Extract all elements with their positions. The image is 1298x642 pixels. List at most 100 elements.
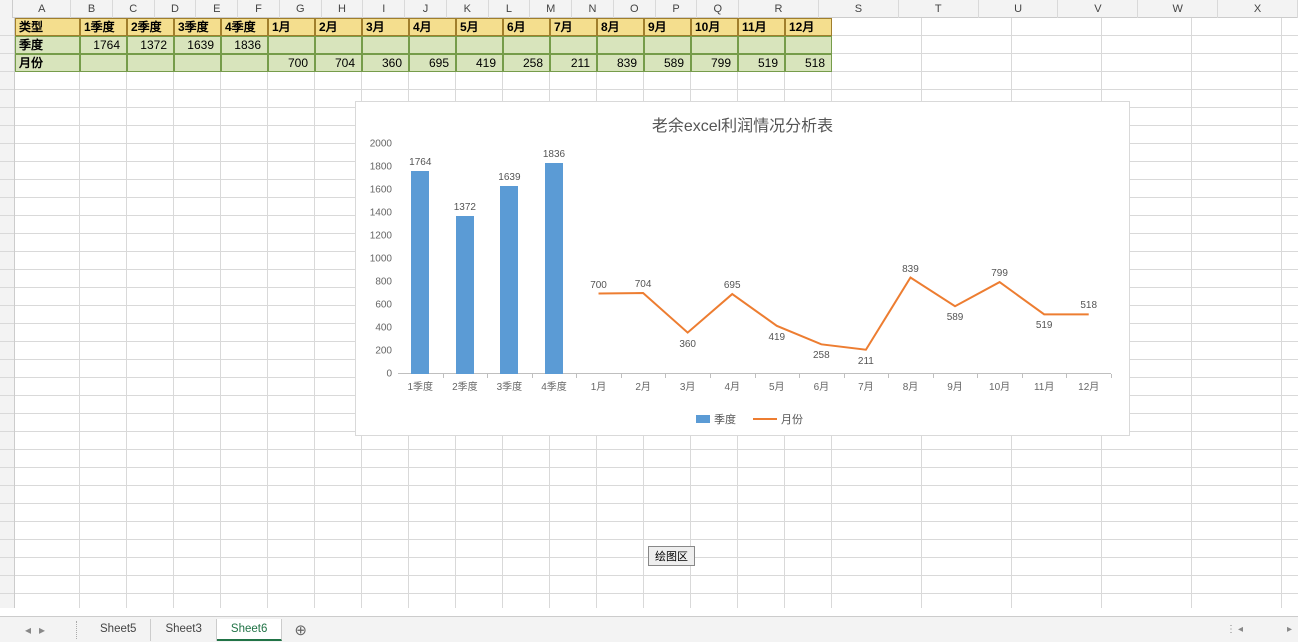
cell[interactable] <box>1282 216 1298 234</box>
cell[interactable] <box>456 594 503 608</box>
cell[interactable] <box>127 558 174 576</box>
cell[interactable] <box>922 576 1012 594</box>
cell[interactable] <box>832 54 922 72</box>
cell[interactable] <box>268 252 315 270</box>
header-cell[interactable]: 2月 <box>315 18 362 36</box>
plot-area[interactable]: 1764137216391836700704360695419258211839… <box>398 144 1111 374</box>
cell[interactable] <box>1192 504 1282 522</box>
cell[interactable] <box>738 468 785 486</box>
cell[interactable] <box>503 522 550 540</box>
cell[interactable] <box>1102 558 1192 576</box>
cell[interactable] <box>80 144 127 162</box>
cell[interactable] <box>409 468 456 486</box>
cell[interactable] <box>922 540 1012 558</box>
cell-month[interactable]: 700 <box>268 54 315 72</box>
row-header-31[interactable] <box>0 558 14 576</box>
cell[interactable] <box>80 378 127 396</box>
row-header-11[interactable] <box>0 198 14 216</box>
cell[interactable] <box>127 540 174 558</box>
cell[interactable] <box>785 450 832 468</box>
cell[interactable] <box>922 54 1012 72</box>
cell[interactable] <box>80 288 127 306</box>
cell[interactable] <box>550 594 597 608</box>
cell[interactable] <box>268 594 315 608</box>
cell[interactable] <box>268 90 315 108</box>
cell[interactable] <box>221 414 268 432</box>
cell[interactable] <box>221 90 268 108</box>
cell[interactable] <box>785 486 832 504</box>
cell-month[interactable]: 419 <box>456 54 503 72</box>
cell[interactable] <box>550 522 597 540</box>
cell[interactable] <box>922 486 1012 504</box>
cell[interactable] <box>174 504 221 522</box>
cell[interactable] <box>15 360 80 378</box>
select-all-corner[interactable] <box>0 0 13 18</box>
cell[interactable] <box>15 126 80 144</box>
cell[interactable] <box>1102 486 1192 504</box>
cell[interactable] <box>15 522 80 540</box>
cell[interactable] <box>268 558 315 576</box>
cell[interactable] <box>15 216 80 234</box>
cell[interactable] <box>1192 594 1282 608</box>
cell[interactable] <box>174 162 221 180</box>
cell[interactable] <box>127 270 174 288</box>
cell[interactable] <box>362 522 409 540</box>
cell[interactable] <box>127 72 174 90</box>
cell[interactable] <box>1282 432 1298 450</box>
cell[interactable] <box>409 522 456 540</box>
cell[interactable] <box>127 522 174 540</box>
cell[interactable] <box>691 72 738 90</box>
row-header-8[interactable] <box>0 144 14 162</box>
cell[interactable] <box>362 504 409 522</box>
add-sheet-button[interactable]: ⊕ <box>282 621 319 639</box>
cell-quarter-empty[interactable] <box>597 36 644 54</box>
row-header-5[interactable] <box>0 90 14 108</box>
cell-month[interactable]: 839 <box>597 54 644 72</box>
cell[interactable] <box>409 450 456 468</box>
cell[interactable] <box>409 540 456 558</box>
cell[interactable] <box>1282 54 1298 72</box>
header-cell[interactable]: 1季度 <box>80 18 127 36</box>
cell[interactable] <box>127 396 174 414</box>
cell[interactable] <box>221 198 268 216</box>
cell[interactable] <box>127 432 174 450</box>
col-header-U[interactable]: U <box>979 0 1059 18</box>
header-cell[interactable]: 8月 <box>597 18 644 36</box>
cell[interactable] <box>362 450 409 468</box>
cell-month-empty[interactable] <box>127 54 174 72</box>
cell[interactable] <box>362 558 409 576</box>
cell[interactable] <box>1282 108 1298 126</box>
cell[interactable] <box>1012 522 1102 540</box>
cell[interactable] <box>80 252 127 270</box>
header-cell[interactable]: 3季度 <box>174 18 221 36</box>
cell[interactable] <box>127 198 174 216</box>
cell[interactable] <box>922 594 1012 608</box>
cell[interactable] <box>1192 342 1282 360</box>
cell[interactable] <box>221 504 268 522</box>
row-header-32[interactable] <box>0 576 14 594</box>
cell[interactable] <box>1282 36 1298 54</box>
col-header-B[interactable]: B <box>71 0 113 18</box>
row-header-1[interactable] <box>0 18 14 36</box>
cell[interactable] <box>1282 414 1298 432</box>
col-header-M[interactable]: M <box>530 0 572 18</box>
cell[interactable] <box>1282 486 1298 504</box>
cell[interactable] <box>644 576 691 594</box>
row-header-33[interactable] <box>0 594 14 608</box>
cell[interactable] <box>922 72 1012 90</box>
cell[interactable] <box>127 234 174 252</box>
row-header-23[interactable] <box>0 414 14 432</box>
cell[interactable] <box>80 306 127 324</box>
cell[interactable] <box>1192 36 1282 54</box>
cell[interactable] <box>174 144 221 162</box>
cell[interactable] <box>785 72 832 90</box>
cell[interactable] <box>1192 522 1282 540</box>
cell[interactable] <box>550 558 597 576</box>
cell[interactable] <box>174 540 221 558</box>
cell[interactable] <box>362 594 409 608</box>
cell[interactable] <box>80 486 127 504</box>
cell[interactable] <box>738 594 785 608</box>
cell[interactable] <box>1012 594 1102 608</box>
sheet-tab-sheet3[interactable]: Sheet3 <box>151 619 216 641</box>
cell[interactable] <box>15 414 80 432</box>
